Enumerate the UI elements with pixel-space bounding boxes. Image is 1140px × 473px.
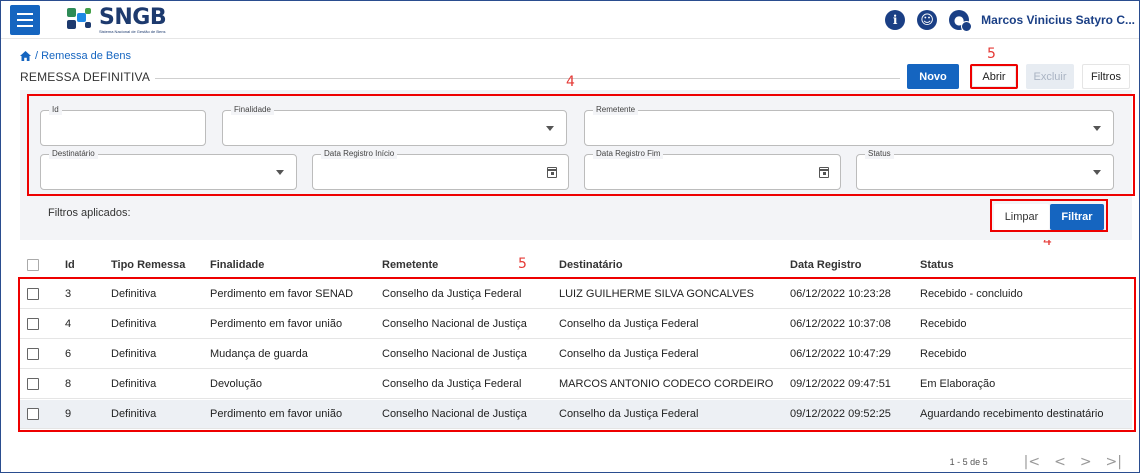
top-bar: SNGB Sistema Nacional de Gestão de Bens … (1, 1, 1139, 39)
pagination-range: 1 - 5 de 5 (949, 457, 988, 467)
accessibility-icon[interactable]: ☺ (917, 10, 938, 30)
breadcrumb: / Remessa de Bens (20, 50, 131, 62)
highlight-table-rows (18, 277, 1136, 432)
first-page-icon[interactable]: |< (1024, 454, 1040, 470)
page-title: REMESSA DEFINITIVA (20, 70, 151, 84)
highlight-filters (27, 94, 1135, 196)
filtros-button[interactable]: Filtros (1082, 64, 1130, 89)
home-icon[interactable] (20, 51, 31, 61)
annotation-toolbar: 5 (987, 46, 996, 62)
user-name[interactable]: Marcos Vinicius Satyro C... (981, 13, 1135, 27)
logo-title: SNGB (99, 4, 167, 30)
annotation-filters: 4 (566, 74, 575, 90)
column-header-status[interactable]: Status (920, 259, 954, 271)
logo-mark-icon (67, 8, 95, 32)
abrir-button[interactable]: Abrir (970, 64, 1018, 89)
pagination: 1 - 5 de 5 |< < > >| (950, 454, 1122, 470)
title-divider (155, 78, 900, 79)
column-header-finalidade[interactable]: Finalidade (210, 259, 264, 271)
info-icon[interactable]: i (885, 10, 906, 30)
column-header-remetente[interactable]: Remetente (382, 259, 438, 271)
table-header: Id Tipo Remessa Finalidade Remetente Des… (20, 252, 1132, 278)
column-header-id[interactable]: Id (65, 259, 75, 271)
column-header-tipo[interactable]: Tipo Remessa (111, 259, 185, 271)
select-all-checkbox[interactable] (27, 259, 39, 271)
breadcrumb-link[interactable]: / Remessa de Bens (35, 50, 131, 62)
applied-filters-label: Filtros aplicados: (48, 207, 131, 219)
excluir-button[interactable]: Excluir (1026, 64, 1074, 89)
novo-button[interactable]: Novo (907, 64, 959, 89)
prev-page-icon[interactable]: < (1054, 454, 1066, 470)
column-header-data[interactable]: Data Registro (790, 259, 862, 271)
menu-icon[interactable] (10, 5, 40, 35)
highlight-filter-actions (990, 199, 1108, 232)
logo: SNGB Sistema Nacional de Gestão de Bens (67, 4, 167, 34)
user-avatar-icon[interactable]: ● (949, 10, 973, 32)
last-page-icon[interactable]: >| (1106, 454, 1122, 470)
column-header-destinatario[interactable]: Destinatário (559, 259, 623, 271)
next-page-icon[interactable]: > (1080, 454, 1092, 470)
logo-subtitle: Sistema Nacional de Gestão de Bens (99, 28, 166, 34)
